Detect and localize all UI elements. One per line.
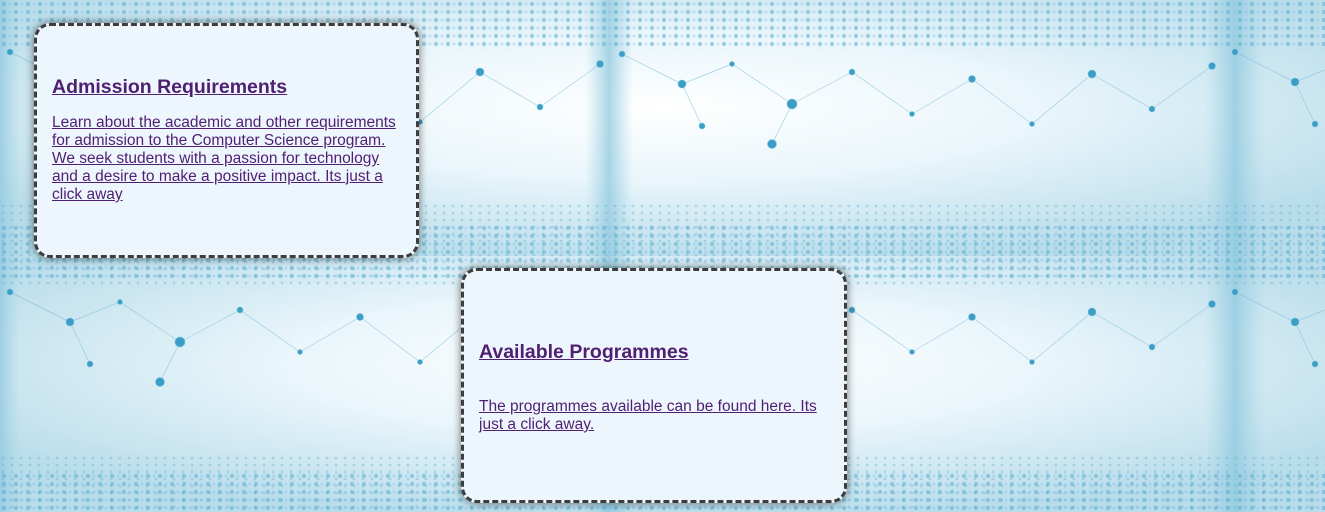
- available-programmes-text: The programmes available can be found he…: [479, 398, 830, 434]
- admission-requirements-heading: Admission Requirements: [52, 75, 402, 99]
- available-programmes-link[interactable]: Available Programmes: [479, 341, 689, 363]
- available-programmes-description-link[interactable]: The programmes available can be found he…: [479, 398, 817, 433]
- admission-requirements-description-link[interactable]: Learn about the academic and other requi…: [52, 114, 396, 203]
- available-programmes-heading: Available Programmes: [479, 340, 830, 364]
- admission-requirements-card: Admission Requirements Learn about the a…: [34, 23, 419, 258]
- admission-requirements-link[interactable]: Admission Requirements: [52, 76, 287, 98]
- available-programmes-card: Available Programmes The programmes avai…: [461, 268, 847, 503]
- admission-requirements-text: Learn about the academic and other requi…: [52, 114, 402, 204]
